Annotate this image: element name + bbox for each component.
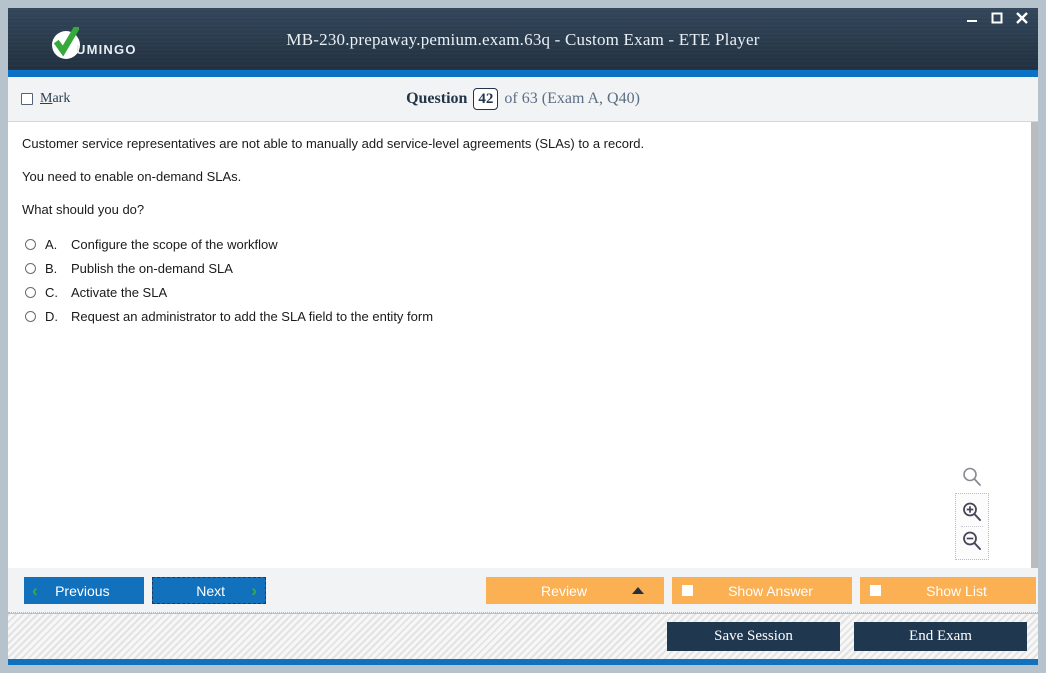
window-controls [964,10,1030,26]
review-button[interactable]: Review [486,577,664,604]
square-icon-answer [682,585,693,596]
close-icon[interactable] [1014,10,1030,26]
show-list-button[interactable]: Show List [860,577,1036,604]
option-text-d: Request an administrator to add the SLA … [71,308,434,324]
square-icon-list [870,585,881,596]
answer-options-list: A. Configure the scope of the workflow B… [8,232,1031,328]
question-paragraph-1: Customer service representatives are not… [22,136,645,151]
status-bar: Save Session End Exam [8,614,1038,665]
review-button-label: Review [541,582,587,599]
answer-option-d[interactable]: D. Request an administrator to add the S… [8,304,1031,328]
title-bar: UMINGO MB-230.prepaway.pemium.exam.63q -… [8,8,1038,70]
accent-bar [8,70,1038,77]
zoom-in-icon[interactable] [956,498,988,526]
radio-d[interactable] [25,310,36,322]
zoom-widget [955,466,989,560]
chevron-up-icon [632,587,644,594]
question-number-input[interactable]: 42 [473,88,499,110]
question-counter: Question 42 of 63 (Exam A, Q40) [8,88,1038,110]
window-title: MB-230.prepaway.pemium.exam.63q - Custom… [286,30,760,49]
question-paragraph-3: What should you do? [22,202,145,217]
previous-button[interactable]: ‹ Previous [24,577,144,604]
question-header-bar: Mark Question 42 of 63 (Exam A, Q40) [8,77,1038,122]
answer-option-a[interactable]: A. Configure the scope of the workflow [8,232,1031,256]
maximize-icon[interactable] [989,10,1005,26]
option-letter-c: C. [45,284,58,300]
minimize-icon[interactable] [964,10,980,26]
answer-option-b[interactable]: B. Publish the on-demand SLA [8,256,1031,280]
option-letter-b: B. [45,260,58,276]
show-answer-button-label: Show Answer [728,582,813,599]
show-list-button-label: Show List [926,582,987,599]
question-paragraph-2: You need to enable on-demand SLAs. [22,169,242,184]
option-text-a: Configure the scope of the workflow [71,236,278,252]
option-letter-a: A. [45,236,58,252]
radio-c[interactable] [25,286,36,298]
question-content-area: Customer service representatives are not… [8,122,1038,568]
answer-option-c[interactable]: C. Activate the SLA [8,280,1031,304]
question-total-label: of 63 (Exam A, Q40) [504,90,640,107]
option-text-b: Publish the on-demand SLA [71,260,233,276]
save-session-button[interactable]: Save Session [667,622,840,651]
show-answer-button[interactable]: Show Answer [672,577,852,604]
zoom-button-group [955,493,989,560]
end-exam-button[interactable]: End Exam [854,622,1027,651]
navigation-toolbar: ‹ Previous Next › Review Show Answer Sho… [8,568,1038,613]
previous-button-label: Previous [55,582,110,599]
magnifier-icon[interactable] [955,466,989,488]
question-word: Question [406,90,468,107]
option-text-c: Activate the SLA [71,284,168,300]
radio-b[interactable] [25,262,36,274]
next-button-label: Next [196,582,226,599]
next-button[interactable]: Next › [152,577,266,604]
radio-a[interactable] [25,238,36,250]
option-letter-d: D. [45,308,58,324]
chevron-right-icon: › [251,581,257,600]
zoom-out-icon[interactable] [956,527,988,555]
ete-player-window: UMINGO MB-230.prepaway.pemium.exam.63q -… [0,0,1046,673]
